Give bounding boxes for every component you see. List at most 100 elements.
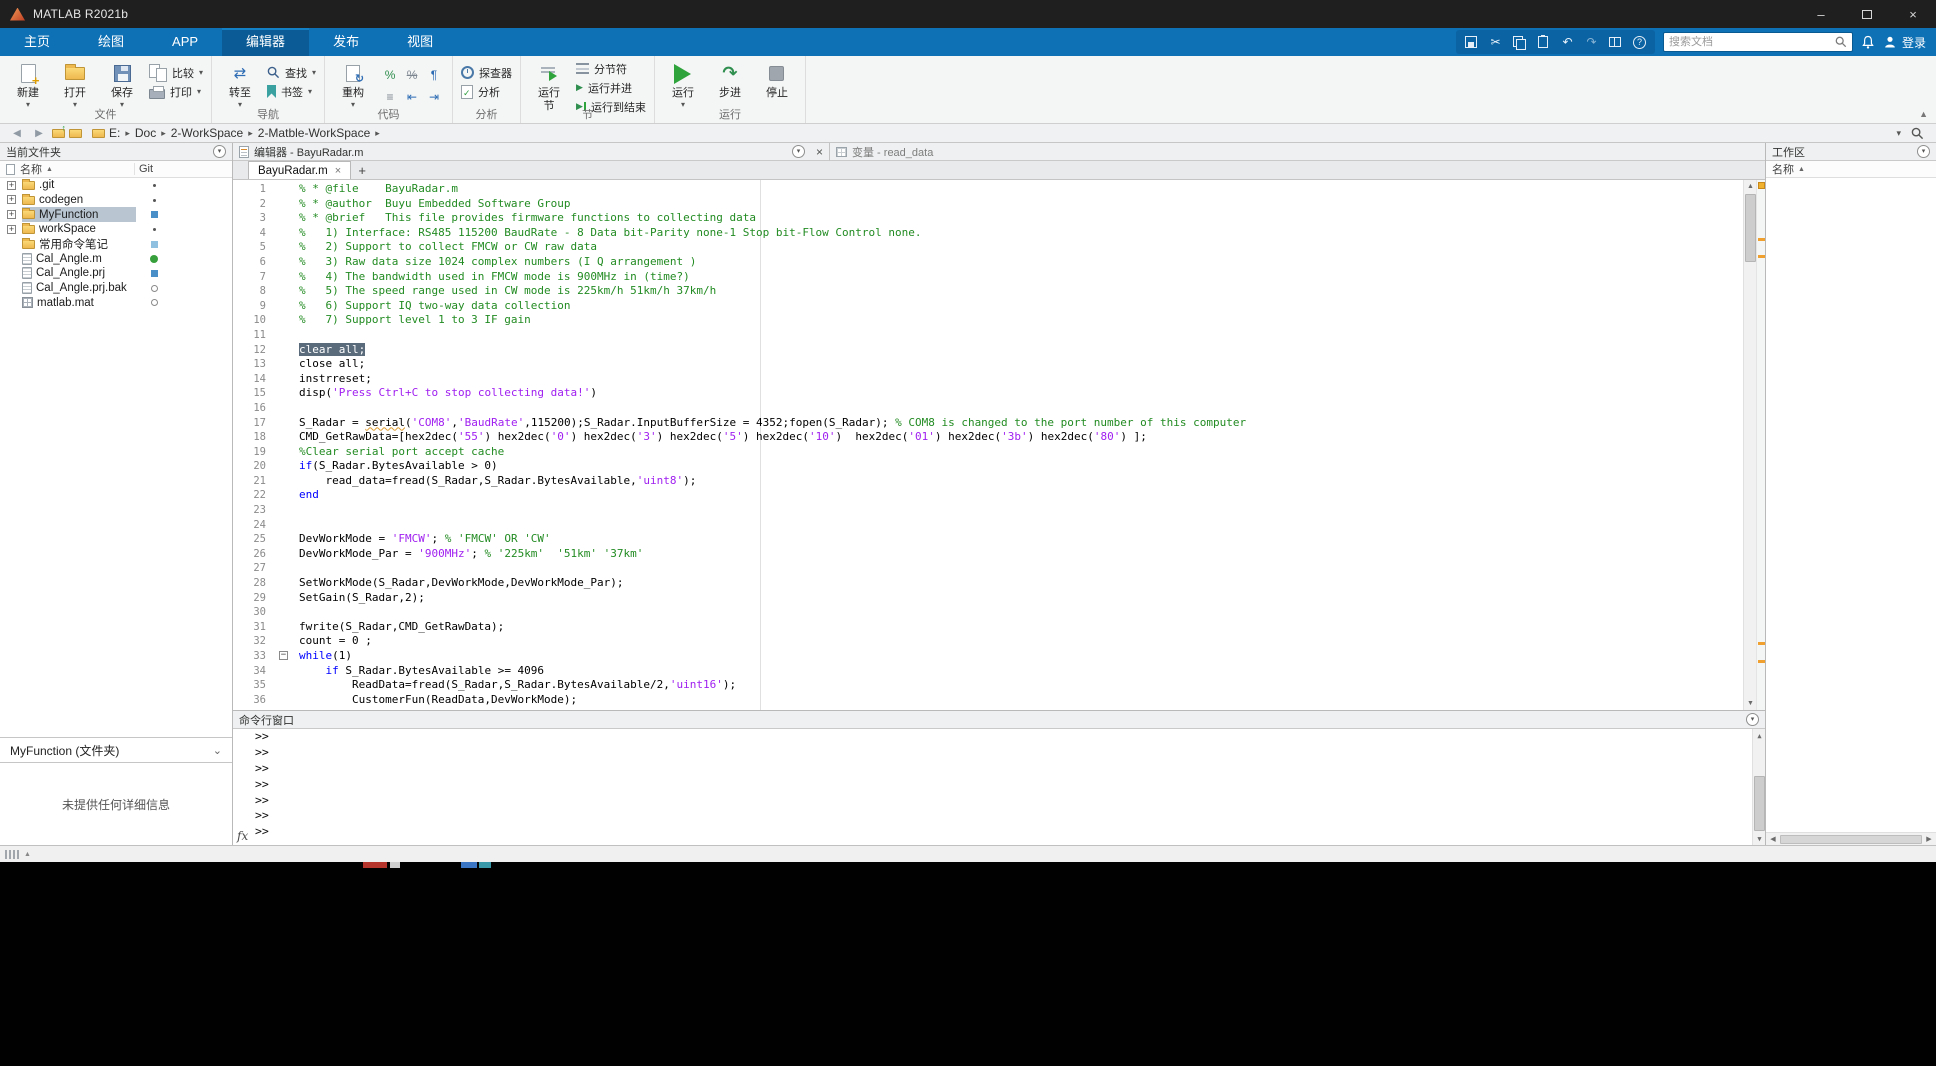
tree-item-workSpace[interactable]: +workSpace — [0, 222, 232, 237]
tree-item-MyFunction[interactable]: +MyFunction — [0, 207, 232, 222]
git-column-header[interactable]: Git — [139, 163, 153, 175]
workspace-horizontal-scrollbar[interactable]: ◀ ▶ — [1766, 832, 1936, 845]
scrollbar-thumb[interactable] — [1745, 194, 1756, 262]
code-line[interactable]: 33−while(1) — [233, 649, 1743, 664]
details-selector[interactable]: MyFunction (文件夹) ⌄ — [0, 737, 232, 763]
new-tab-button[interactable]: + — [351, 161, 373, 179]
fx-function-hint[interactable]: fx — [237, 829, 248, 843]
code-line[interactable]: 6% 3) Raw data size 1024 complex numbers… — [233, 255, 1743, 270]
run-and-advance-button[interactable]: ▶ 运行并进 — [576, 80, 646, 95]
code-line[interactable]: 9% 6) Support IQ two-way data collection — [233, 299, 1743, 314]
tree-item-.git[interactable]: +.git — [0, 178, 232, 193]
warning-tick-icon[interactable] — [1758, 642, 1765, 645]
browse-folder-icon[interactable] — [69, 129, 82, 138]
back-icon[interactable]: ◀ — [8, 128, 26, 139]
code-line[interactable]: 4% 1) Interface: RS485 115200 BaudRate -… — [233, 226, 1743, 241]
stop-button[interactable]: 停止 — [757, 59, 797, 100]
section-break-button[interactable]: 分节符 — [576, 61, 646, 76]
uncomment-button[interactable]: % — [402, 65, 422, 85]
ribbon-tab-主页[interactable]: 主页 — [0, 28, 74, 56]
ribbon-tab-发布[interactable]: 发布 — [309, 28, 383, 56]
panel-menu-button[interactable]: ▾ — [1746, 713, 1759, 726]
code-line[interactable]: 36 CustomerFun(ReadData,DevWorkMode); — [233, 693, 1743, 708]
warning-tick-icon[interactable] — [1758, 255, 1765, 258]
workspace-body[interactable] — [1766, 178, 1936, 832]
compare-button[interactable]: 比较 ▾ — [149, 65, 203, 80]
code-line[interactable]: 21 read_data=fread(S_Radar,S_Radar.Bytes… — [233, 474, 1743, 489]
panel-menu-button[interactable]: ▾ — [792, 145, 805, 158]
up-one-level-icon[interactable] — [52, 129, 65, 138]
ribbon-tab-绘图[interactable]: 绘图 — [74, 28, 148, 56]
search-folder-icon[interactable] — [1911, 127, 1924, 140]
outdent-button[interactable]: ⇤ — [402, 87, 422, 107]
code-line[interactable]: 20if(S_Radar.BytesAvailable > 0) — [233, 459, 1743, 474]
code-line[interactable]: 7% 4) The bandwidth used in FMCW mode is… — [233, 270, 1743, 285]
qat-paste-button[interactable] — [1533, 32, 1554, 52]
analyze-button[interactable]: 分析 — [461, 84, 512, 99]
breadcrumb-segment[interactable]: 2-Matble-WorkSpace — [256, 126, 373, 140]
close-button[interactable]: × — [1890, 0, 1936, 28]
code-line[interactable]: 11 — [233, 328, 1743, 343]
run-section-button[interactable]: 运行 节 — [529, 59, 569, 113]
code-line[interactable]: 2% * @author Buyu Embedded Software Grou… — [233, 197, 1743, 212]
code-line[interactable]: 25DevWorkMode = 'FMCW'; % 'FMCW' OR 'CW' — [233, 532, 1743, 547]
warning-tick-icon[interactable] — [1758, 660, 1765, 663]
collapse-toolstrip-button[interactable]: ▲ — [1919, 109, 1928, 119]
warning-summary-icon[interactable] — [1758, 182, 1765, 189]
code-line[interactable]: 17S_Radar = serial('COM8','BaudRate',115… — [233, 416, 1743, 431]
command-prompt-line[interactable]: >> — [233, 729, 1765, 745]
close-tab-icon[interactable]: × — [335, 165, 341, 177]
scroll-up-icon[interactable]: ▲ — [1753, 729, 1765, 742]
search-icon[interactable] — [1835, 36, 1847, 48]
breadcrumb-separator-icon[interactable]: ▸ — [245, 128, 256, 139]
code-line[interactable]: 10% 7) Support level 1 to 3 IF gain — [233, 313, 1743, 328]
command-prompt-line[interactable]: >> — [233, 745, 1765, 761]
code-line[interactable]: 3% * @brief This file provides firmware … — [233, 211, 1743, 226]
expand-icon[interactable]: + — [7, 210, 16, 219]
code-line[interactable]: 32count = 0 ; — [233, 634, 1743, 649]
run-button[interactable]: 运行 ▾ — [663, 59, 703, 109]
code-fold-icon[interactable]: − — [279, 651, 288, 660]
find-button[interactable]: 查找 ▾ — [267, 65, 316, 80]
command-prompt-line[interactable]: >> — [233, 793, 1765, 809]
tab-bayuradar[interactable]: BayuRadar.m × — [248, 161, 351, 179]
breadcrumb-separator-icon[interactable]: ▸ — [122, 128, 133, 139]
expand-icon[interactable]: + — [7, 225, 16, 234]
notifications-bell-icon[interactable] — [1861, 35, 1875, 50]
code-line[interactable]: 26DevWorkMode_Par = '900MHz'; % '225km' … — [233, 547, 1743, 562]
recent-folders-icon[interactable]: ▾ — [1896, 128, 1901, 139]
panel-menu-button[interactable]: ▾ — [1917, 145, 1930, 158]
breadcrumb-segment[interactable]: E: — [107, 126, 122, 140]
code-line[interactable]: 18CMD_GetRawData=[hex2dec('55') hex2dec(… — [233, 430, 1743, 445]
step-button[interactable]: ↷ 步进 — [710, 59, 750, 100]
wrap-comments-button[interactable]: ¶ — [424, 65, 444, 85]
code-editor[interactable]: 1% * @file BayuRadar.m2% * @author Buyu … — [233, 180, 1765, 710]
code-line[interactable]: 30 — [233, 605, 1743, 620]
expand-icon[interactable]: + — [7, 195, 16, 204]
qat-redo-button[interactable]: ↷ — [1581, 32, 1602, 52]
breadcrumb-separator-icon[interactable]: ▸ — [372, 128, 383, 139]
breadcrumb-separator-icon[interactable]: ▸ — [158, 128, 169, 139]
code-line[interactable]: 19%Clear serial port accept cache — [233, 445, 1743, 460]
profiler-button[interactable]: 探查器 — [461, 65, 512, 80]
tree-item-Cal_Angle.prj[interactable]: Cal_Angle.prj — [0, 266, 232, 281]
scroll-down-icon[interactable]: ▼ — [1753, 832, 1765, 845]
tree-item-Cal_Angle.prj.bak[interactable]: Cal_Angle.prj.bak — [0, 281, 232, 296]
maximize-button[interactable] — [1844, 0, 1890, 28]
scroll-left-icon[interactable]: ◀ — [1767, 835, 1779, 843]
code-line[interactable]: 16 — [233, 401, 1743, 416]
scroll-right-icon[interactable]: ▶ — [1923, 835, 1935, 843]
qat-cut-button[interactable]: ✂ — [1485, 32, 1506, 52]
goto-button[interactable]: ⇄ 转至 ▾ — [220, 59, 260, 109]
command-prompt-line[interactable]: >> — [233, 824, 1765, 840]
qat-undo-button[interactable]: ↶ — [1557, 32, 1578, 52]
code-line[interactable]: 28SetWorkMode(S_Radar,DevWorkMode,DevWor… — [233, 576, 1743, 591]
tree-item-matlab.mat[interactable]: matlab.mat — [0, 296, 232, 311]
expand-icon[interactable]: + — [7, 181, 16, 190]
code-line[interactable]: 22end — [233, 488, 1743, 503]
command-prompt-line[interactable]: >> — [233, 761, 1765, 777]
indent-button[interactable]: ⇥ — [424, 87, 444, 107]
command-prompt-line[interactable]: >> — [233, 808, 1765, 824]
variables-title-bar[interactable]: 变量 - read_data — [830, 143, 1765, 161]
breadcrumb-segment[interactable]: 2-WorkSpace — [169, 126, 245, 140]
